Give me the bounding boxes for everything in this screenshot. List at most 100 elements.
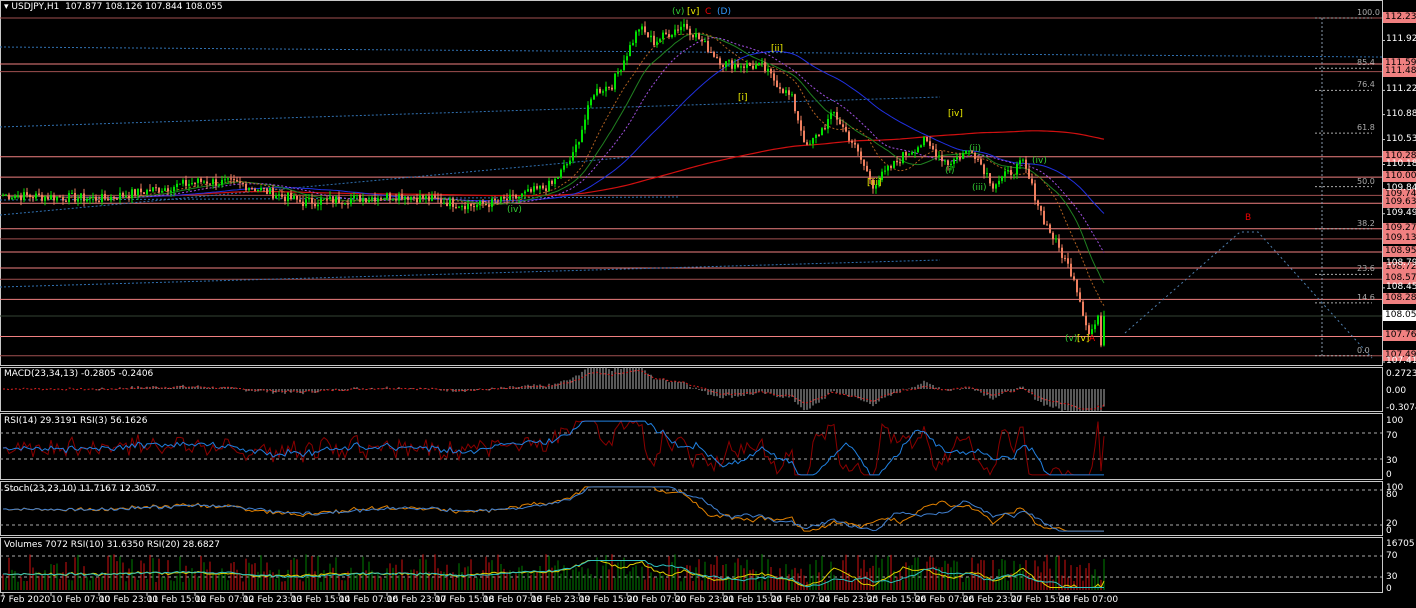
candle bbox=[725, 61, 727, 67]
candle bbox=[722, 64, 724, 67]
candle bbox=[392, 199, 394, 201]
candle bbox=[374, 197, 376, 202]
candle bbox=[818, 134, 820, 136]
candle bbox=[1085, 315, 1087, 326]
candle bbox=[614, 73, 616, 90]
candle bbox=[809, 143, 811, 145]
macd-label: MACD(23,34,13) -0.2805 -0.2406 bbox=[4, 369, 154, 379]
candle bbox=[764, 62, 766, 72]
candle bbox=[944, 160, 946, 162]
candle bbox=[395, 199, 397, 201]
candle bbox=[854, 142, 856, 145]
candle bbox=[380, 198, 382, 200]
wave-label: (iv) bbox=[1032, 155, 1047, 166]
candle bbox=[707, 40, 709, 52]
candle bbox=[1097, 315, 1099, 325]
candle bbox=[236, 180, 238, 182]
ohlc-values: 107.877 108.126 107.844 108.055 bbox=[65, 2, 223, 12]
candle bbox=[1088, 325, 1090, 335]
candle bbox=[443, 202, 445, 204]
candle bbox=[389, 193, 391, 200]
candle bbox=[767, 68, 769, 72]
candle bbox=[164, 188, 166, 192]
candle bbox=[1034, 183, 1036, 201]
wave-label: (iii) bbox=[972, 182, 987, 193]
chart-canvas[interactable] bbox=[0, 0, 1416, 608]
candle bbox=[686, 23, 688, 29]
candle bbox=[1031, 178, 1033, 184]
candle bbox=[197, 178, 199, 184]
candle bbox=[446, 202, 448, 207]
volumes-label: Volumes 7072 RSI(10) 31.6350 RSI(20) 28.… bbox=[4, 540, 220, 550]
candle bbox=[956, 157, 958, 160]
candle bbox=[23, 192, 25, 201]
candle bbox=[590, 99, 592, 106]
candle bbox=[467, 203, 469, 210]
candle bbox=[335, 196, 337, 203]
candle bbox=[839, 119, 841, 125]
volume-tick: 30 bbox=[1386, 572, 1398, 582]
candle bbox=[710, 51, 712, 53]
candle bbox=[470, 203, 472, 207]
candle bbox=[128, 196, 130, 199]
candle bbox=[263, 187, 265, 189]
candle bbox=[920, 145, 922, 148]
candle bbox=[155, 187, 157, 189]
candle bbox=[344, 203, 346, 205]
candle bbox=[212, 179, 214, 185]
candle bbox=[800, 120, 802, 131]
candle bbox=[596, 88, 598, 96]
candle bbox=[824, 128, 826, 130]
candle bbox=[737, 64, 739, 67]
candle bbox=[887, 165, 889, 171]
candle bbox=[986, 173, 988, 175]
candle bbox=[104, 193, 106, 199]
candle bbox=[404, 196, 406, 200]
candle bbox=[770, 68, 772, 74]
candle bbox=[530, 189, 532, 192]
candle bbox=[416, 197, 418, 203]
candle bbox=[662, 32, 664, 40]
candle bbox=[605, 86, 607, 92]
candle bbox=[641, 26, 643, 30]
candle bbox=[47, 196, 49, 200]
candle bbox=[584, 119, 586, 130]
candle bbox=[497, 200, 499, 202]
price-level-label: 108.288 bbox=[1383, 293, 1416, 305]
candle bbox=[545, 188, 547, 191]
candle bbox=[146, 189, 148, 195]
price-tick-label: 110.530 bbox=[1386, 133, 1416, 144]
candle bbox=[950, 163, 952, 166]
rsi-tick: 70 bbox=[1386, 431, 1398, 441]
price-tick-label: 109.490 bbox=[1386, 207, 1416, 218]
candle bbox=[683, 23, 685, 27]
candle bbox=[860, 151, 862, 160]
candle bbox=[791, 94, 793, 96]
candle bbox=[401, 194, 403, 200]
candle bbox=[731, 60, 733, 69]
candle bbox=[632, 42, 634, 46]
candle bbox=[227, 178, 229, 180]
current-price-label: 108.055 bbox=[1383, 310, 1416, 322]
candle bbox=[626, 56, 628, 61]
candle bbox=[281, 194, 283, 197]
candle bbox=[899, 162, 901, 164]
candle bbox=[884, 170, 886, 172]
candle bbox=[248, 188, 250, 191]
wave-label: [iv] bbox=[948, 108, 963, 119]
candle bbox=[440, 199, 442, 204]
candle bbox=[452, 198, 454, 207]
candle bbox=[926, 136, 928, 142]
candle bbox=[275, 195, 277, 199]
price-level-label: 112.235 bbox=[1383, 12, 1416, 23]
candle bbox=[821, 128, 823, 136]
candle bbox=[1022, 159, 1024, 161]
candle bbox=[1067, 258, 1069, 264]
candle bbox=[692, 34, 694, 38]
fib-level-label: 76.4 bbox=[1357, 80, 1375, 90]
candle bbox=[668, 34, 670, 38]
candle bbox=[665, 32, 667, 35]
candle bbox=[305, 199, 307, 207]
candle bbox=[908, 154, 910, 156]
candle bbox=[527, 189, 529, 192]
